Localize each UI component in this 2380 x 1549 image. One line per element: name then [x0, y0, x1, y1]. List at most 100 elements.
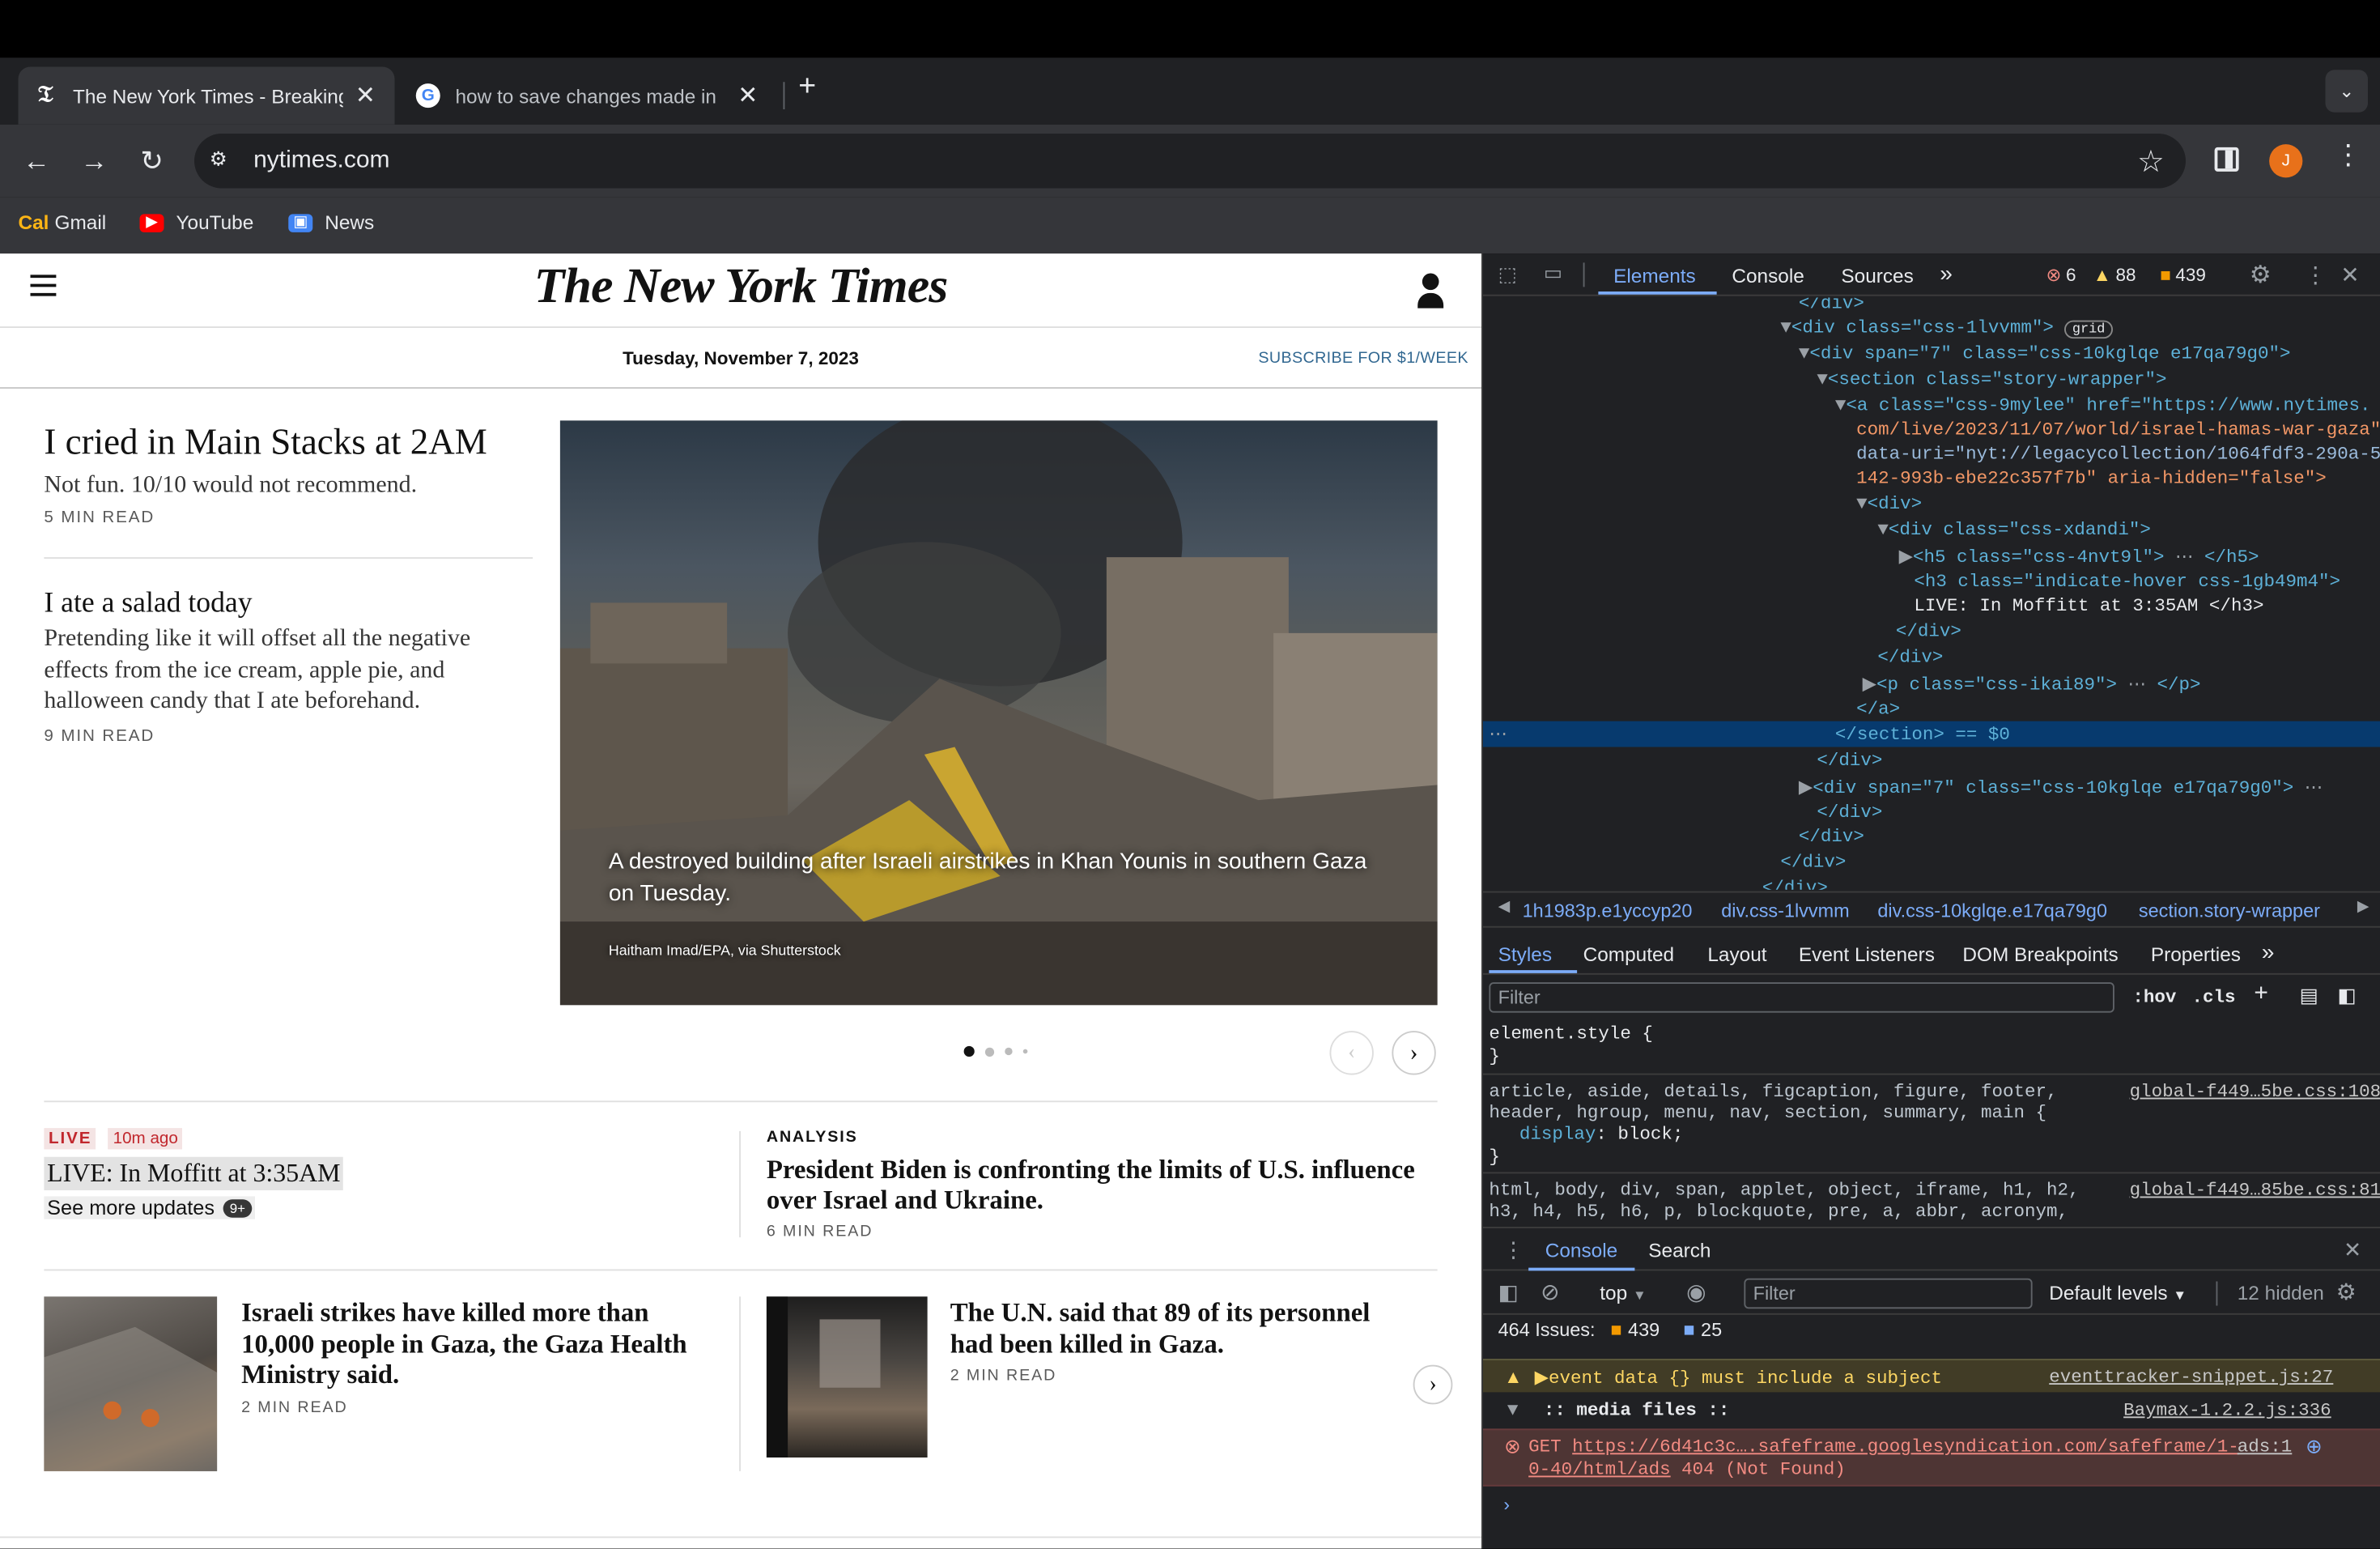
style-rules[interactable]: element.style { } article, aside, detail… — [1482, 1020, 2380, 1225]
cards-next-button[interactable]: › — [1413, 1364, 1453, 1405]
close-drawer-icon[interactable]: ✕ — [2344, 1237, 2361, 1263]
issue-count[interactable]: ■ 439 — [2160, 264, 2206, 285]
breadcrumb-right-icon[interactable]: ▶ — [2357, 899, 2369, 916]
console-source-link[interactable]: ads:1 — [2238, 1436, 2293, 1458]
dom-node[interactable]: </div> — [1877, 647, 1943, 668]
issues-bar[interactable]: 464 Issues: ■ 439 ■ 25 — [1483, 1317, 2380, 1350]
dom-node[interactable]: </div> — [1780, 852, 1846, 873]
live-expression-eye-icon[interactable]: ◉ — [1686, 1279, 1706, 1306]
grid-badge[interactable]: grid — [2064, 320, 2113, 339]
address-bar[interactable]: ⚙ nytimes.com ☆ — [194, 134, 2186, 189]
nyt-logo[interactable]: The New York Times — [0, 260, 1481, 316]
tab-properties[interactable]: Properties — [2151, 943, 2241, 965]
breadcrumb-left-icon[interactable]: ◀ — [1498, 899, 1510, 916]
context-selector[interactable]: top ▼ — [1600, 1282, 1646, 1304]
console-message[interactable]: ▶event data {} must include a subject — [1535, 1367, 1942, 1389]
dom-node[interactable]: ▼<section class="story-wrapper"> — [1817, 369, 2166, 390]
bookmark-gmail[interactable]: Cal Gmail — [19, 211, 107, 234]
site-settings-icon[interactable]: ⚙ — [210, 147, 237, 175]
carousel-dots[interactable] — [963, 1045, 1028, 1057]
story-headline[interactable]: The U.N. said that 89 of its personnel h… — [950, 1296, 1391, 1359]
paint-brush-icon[interactable]: ▤ — [2300, 984, 2318, 1008]
rule-selector[interactable]: article, aside, details, figcaption, fig… — [1489, 1081, 2057, 1102]
rule-declaration[interactable]: display: block; — [1519, 1124, 1684, 1145]
tab-nytimes[interactable]: 𝔗 The New York Times - Breaking ✕ — [18, 66, 395, 125]
inspect-element-icon[interactable]: ⬚ — [1498, 262, 1517, 287]
story-thumbnail[interactable] — [766, 1296, 928, 1458]
story-card[interactable]: I cried in Main Stacks at 2AM Not fun. 1… — [44, 420, 529, 527]
drawer-tab-search[interactable]: Search — [1648, 1239, 1711, 1262]
bookmark-news[interactable]: ▣ News — [288, 211, 374, 234]
console-error-row[interactable]: ⊗ GET https://6d41c3c….safeframe.googles… — [1482, 1428, 2380, 1487]
tab-elements[interactable]: Elements — [1613, 264, 1696, 287]
console-settings-icon[interactable]: ⚙ — [2336, 1279, 2357, 1306]
dom-node[interactable]: </div> — [1817, 750, 1882, 771]
story-headline[interactable]: Israeli strikes have killed more than 10… — [241, 1296, 720, 1389]
drawer-menu-icon[interactable]: ⋮ — [1502, 1237, 1524, 1263]
carousel-next-button[interactable]: › — [1392, 1031, 1436, 1075]
account-icon[interactable] — [1417, 273, 1444, 309]
node-options-icon[interactable]: ⋯ — [1489, 723, 1507, 745]
console-message[interactable]: :: media files :: — [1544, 1400, 1730, 1421]
side-panel-icon[interactable] — [2214, 147, 2239, 172]
carousel-prev-button[interactable]: ‹ — [1329, 1031, 1374, 1075]
bookmark-youtube[interactable]: ▶ YouTube — [139, 211, 253, 234]
settings-gear-icon[interactable]: ⚙ — [2250, 260, 2272, 291]
clear-console-icon[interactable]: ⊘ — [1541, 1279, 1560, 1306]
rule-source-link[interactable]: global-f449…85be.css:81 — [2130, 1180, 2380, 1201]
url-text[interactable]: nytimes.com — [253, 147, 389, 175]
error-count[interactable]: ⊗ 6 — [2046, 264, 2076, 285]
new-tab-button[interactable]: + — [798, 70, 816, 104]
console-message[interactable]: GET https://6d41c3c….safeframe.googlesyn… — [1528, 1436, 2239, 1458]
console-filter-input[interactable]: Filter — [1744, 1278, 2033, 1309]
dom-node[interactable]: </div> — [1896, 621, 1961, 642]
forward-icon[interactable]: → — [73, 140, 116, 183]
console-sidebar-icon[interactable]: ◧ — [1498, 1280, 1519, 1306]
tab-dom-breakpoints[interactable]: DOM Breakpoints — [1962, 943, 2118, 965]
story-card[interactable]: The U.N. said that 89 of its personnel h… — [950, 1296, 1391, 1385]
close-devtools-icon[interactable]: ✕ — [2340, 262, 2360, 288]
dom-node[interactable]: ▶<p class="css-ikai89"> ⋯ </p> — [1863, 673, 2201, 696]
see-more-updates[interactable]: See more updates 9+ — [44, 1196, 255, 1219]
tab-console[interactable]: Console — [1732, 264, 1804, 287]
tab-search-icon[interactable]: ⌄ — [2325, 70, 2368, 113]
cls-toggle[interactable]: .cls — [2192, 987, 2236, 1008]
console-source-link[interactable]: eventtracker-snippet.js:27 — [2049, 1367, 2333, 1388]
dom-node[interactable]: </a> — [1856, 699, 1900, 720]
close-icon[interactable]: ✕ — [737, 80, 758, 111]
rule-selector[interactable]: html, body, div, span, applet, object, i… — [1489, 1180, 2079, 1201]
dom-node[interactable]: ▼<a class="css-9mylee" href="https://www… — [1835, 395, 2371, 416]
subscribe-link[interactable]: SUBSCRIBE FOR $1/WEEK — [1258, 349, 1468, 368]
close-icon[interactable]: ✕ — [355, 80, 376, 111]
profile-avatar[interactable]: J — [2269, 144, 2303, 178]
dom-node[interactable]: </div> — [1817, 802, 1882, 823]
console-group-row[interactable]: ▼ :: media files :: Baymax-1.2.2.js:336 — [1483, 1394, 2380, 1427]
analysis-story[interactable]: ANALYSIS President Biden is confronting … — [767, 1128, 1419, 1240]
breadcrumb-item[interactable]: 1h1983p.e1yccyp20 — [1523, 900, 1693, 921]
devtools-menu-icon[interactable]: ⋮ — [2304, 262, 2327, 288]
rule-selector[interactable]: h3, h4, h5, h6, p, blockquote, pre, a, a… — [1489, 1201, 2068, 1222]
dom-node[interactable]: ▼<div class="css-xdandi"> — [1877, 519, 2151, 540]
dom-node[interactable]: ▼<div> — [1856, 493, 1922, 514]
menu-kebab-icon[interactable]: ⋮ — [2335, 140, 2362, 172]
console-log[interactable]: ▲ ▶event data {} must include a subject … — [1482, 1350, 2380, 1549]
dom-node[interactable]: </div> — [1762, 878, 1828, 890]
hov-toggle[interactable]: :hov — [2132, 987, 2176, 1008]
dom-node[interactable]: ▼<div class="css-1lvvmm"> grid — [1780, 317, 2113, 339]
tab-computed[interactable]: Computed — [1583, 943, 1674, 965]
story-card[interactable]: I ate a salad today Pretending like it w… — [44, 585, 514, 745]
back-icon[interactable]: ← — [15, 140, 58, 183]
rule-source-link[interactable]: global-f449…5be.css:108 — [2130, 1081, 2380, 1102]
breadcrumb-item[interactable]: div.css-10kglqe.e17qa79g0 — [1877, 900, 2107, 921]
device-toolbar-icon[interactable]: ▭ — [1544, 262, 1562, 286]
hero-image[interactable]: A destroyed building after Israeli airst… — [559, 420, 1438, 1006]
story-headline[interactable]: I ate a salad today — [44, 585, 514, 624]
tab-styles[interactable]: Styles — [1498, 943, 1552, 965]
warning-count[interactable]: ▲ 88 — [2093, 264, 2136, 285]
reload-icon[interactable]: ↻ — [130, 140, 173, 183]
more-tabs-icon[interactable]: » — [1940, 262, 1953, 287]
bookmark-star-icon[interactable]: ☆ — [2137, 143, 2165, 181]
breadcrumb-item[interactable]: section.story-wrapper — [2139, 900, 2320, 921]
console-message[interactable]: 0-40/html/ads 404 (Not Found) — [1528, 1459, 1846, 1480]
story-card[interactable]: Israeli strikes have killed more than 10… — [241, 1296, 720, 1415]
